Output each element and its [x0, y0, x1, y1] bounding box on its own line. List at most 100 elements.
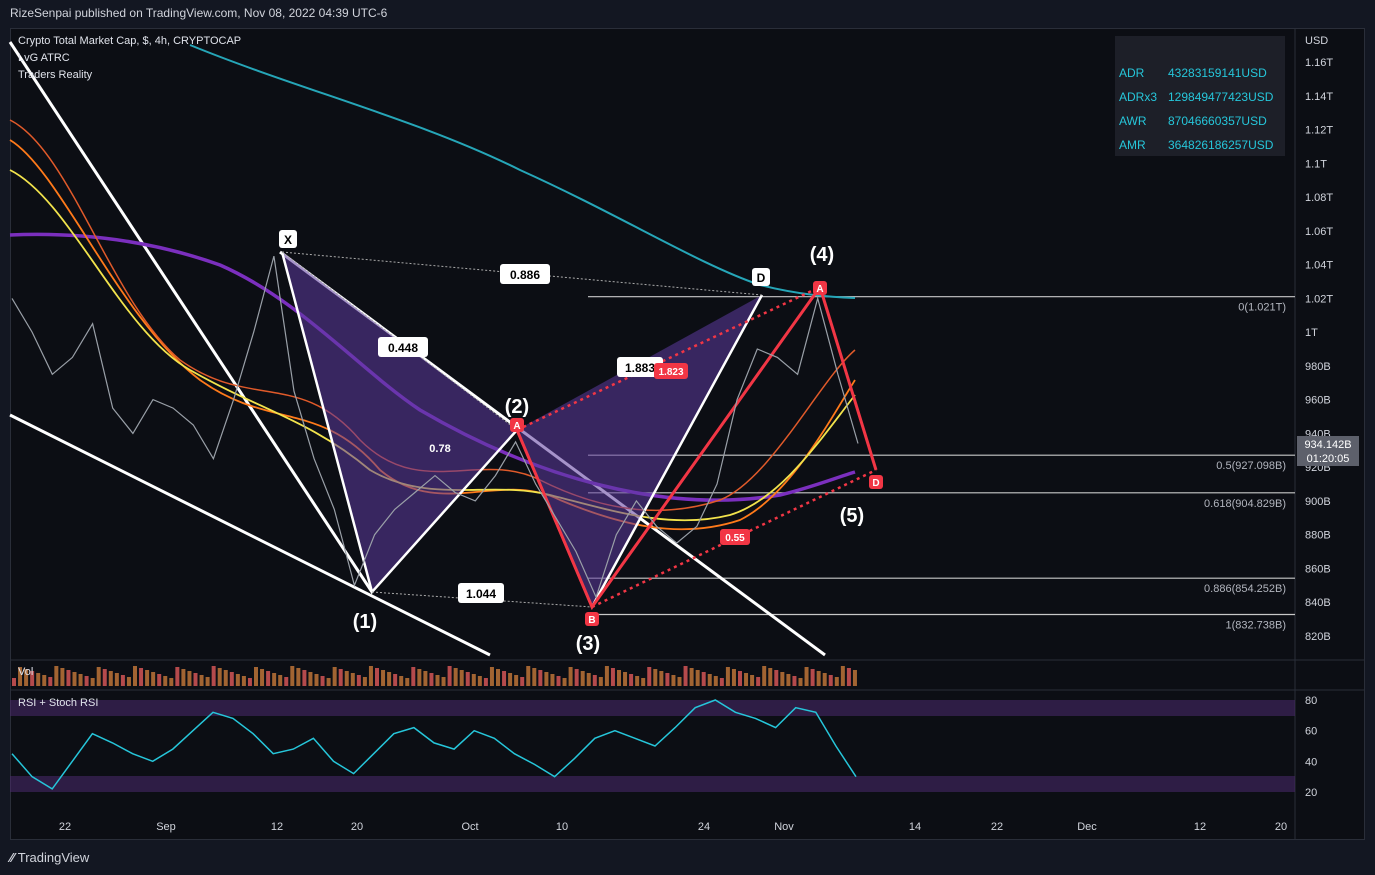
- volume-bar: [477, 676, 482, 686]
- volume-bar: [725, 667, 730, 686]
- svg-text:D: D: [757, 271, 766, 285]
- volume-bar: [471, 674, 476, 686]
- volume-bar: [356, 675, 361, 686]
- volume-bar: [834, 677, 839, 686]
- volume-bar: [520, 677, 525, 686]
- volume-bar: [683, 666, 688, 686]
- rsi-tick-label: 20: [1305, 787, 1317, 799]
- volume-bar: [689, 668, 694, 686]
- fib-labels: 0(1.021T) 0.5(927.098B) 0.618(904.829B) 0.8…: [1204, 302, 1286, 632]
- volume-bar: [60, 668, 65, 686]
- rsi-label[interactable]: RSI + Stoch RSI: [18, 697, 98, 709]
- volume-bar: [635, 676, 640, 686]
- volume-bar: [556, 676, 561, 686]
- wave-label-3: (3): [576, 633, 600, 655]
- volume-bar: [592, 675, 597, 686]
- volume-bar: [671, 675, 676, 686]
- volume-bar: [284, 677, 289, 686]
- volume-bar: [610, 668, 615, 686]
- y-tick-label: 860B: [1305, 563, 1331, 575]
- volume-bar: [235, 674, 240, 686]
- volume-bar: [604, 666, 609, 686]
- svg-text:0.886: 0.886: [510, 268, 540, 282]
- volume-bar: [774, 670, 779, 686]
- rsi-tick-label: 60: [1305, 726, 1317, 738]
- volume-bar: [205, 677, 210, 686]
- volume-bar: [399, 676, 404, 686]
- x-tick-label: 22: [59, 821, 71, 833]
- y-tick-label: 880B: [1305, 530, 1331, 542]
- price-axis-ticks: 1.16T 1.14T 1.12T 1.1T 1.08T 1.06T 1.04T 1.02T 1…: [1305, 57, 1333, 643]
- x-tick-label: 24: [698, 821, 710, 833]
- countdown-value: 01:20:05: [1307, 453, 1350, 465]
- volume-bar: [502, 671, 507, 686]
- volume-bar: [199, 675, 204, 686]
- volume-bar: [550, 674, 555, 686]
- volume-bar: [48, 677, 53, 686]
- y-tick-label: 820B: [1305, 631, 1331, 643]
- volume-bar: [423, 671, 428, 686]
- volume-bar: [108, 671, 113, 686]
- volume-bar: [133, 666, 137, 686]
- wave-label-5: (5): [840, 505, 864, 527]
- volume-bar: [266, 671, 271, 686]
- indicator-legend-2[interactable]: Traders Reality: [18, 69, 92, 81]
- svg-text:0.55: 0.55: [725, 533, 745, 544]
- volume-bar: [229, 672, 234, 686]
- volume-label[interactable]: Vol: [18, 666, 33, 678]
- volume-bar: [84, 676, 89, 686]
- ratio-label-1044: 1.044: [458, 583, 504, 603]
- ratio-label-0448: 0.448: [378, 337, 428, 357]
- volume-bar: [804, 667, 809, 686]
- volume-bar: [350, 673, 355, 686]
- svg-text:D: D: [872, 478, 879, 489]
- volume-bar: [707, 674, 712, 686]
- volume-bar: [526, 666, 531, 686]
- volume-bar: [568, 667, 573, 686]
- volume-bar: [544, 672, 549, 686]
- x-tick-label: Oct: [461, 821, 478, 833]
- pattern-xab: [282, 252, 517, 592]
- volume-bar: [393, 674, 398, 686]
- volume-bar: [465, 672, 470, 686]
- volume-bar: [453, 668, 458, 686]
- symbol-legend[interactable]: Crypto Total Market Cap, $, 4h, CRYPTOCA…: [18, 35, 241, 47]
- volume-bar: [719, 678, 724, 686]
- y-tick-label: 960B: [1305, 395, 1331, 407]
- indicator-legend-1[interactable]: LvG ATRC: [18, 52, 70, 64]
- volume-bar: [828, 675, 833, 686]
- tradingview-brand[interactable]: ⁄⁄ TradingView: [10, 850, 89, 865]
- volume-bar: [695, 670, 700, 686]
- rsi-tick-label: 80: [1305, 695, 1317, 707]
- volume-bar: [338, 669, 343, 686]
- volume-bar: [175, 667, 180, 686]
- volume-bar: [447, 666, 452, 686]
- currency-label: USD: [1305, 35, 1328, 47]
- volume-bar: [36, 673, 41, 686]
- adrx3-value: 129849477423USD: [1168, 90, 1274, 104]
- ratio-label-0886: 0.886: [500, 264, 550, 284]
- volume-bar: [641, 678, 646, 686]
- volume-bar: [387, 672, 392, 686]
- adr-value: 43283159141USD: [1168, 66, 1267, 80]
- y-tick-label: 1.1T: [1305, 158, 1327, 170]
- volume-bar: [417, 669, 422, 686]
- volume-bar: [562, 678, 567, 686]
- volume-bar: [586, 673, 591, 686]
- volume-bar: [66, 670, 71, 686]
- volume-bar: [538, 670, 543, 686]
- svg-text:B: B: [588, 615, 595, 626]
- volume-bar: [701, 672, 706, 686]
- brand-text: TradingView: [17, 850, 90, 865]
- volume-bar: [756, 677, 761, 686]
- volume-bar: [750, 675, 755, 686]
- volume-bar: [653, 669, 658, 686]
- fib-label: 0.886(854.252B): [1204, 583, 1286, 595]
- volume-bar: [145, 670, 150, 686]
- volume-bar: [731, 669, 736, 686]
- svg-text:0.448: 0.448: [388, 341, 418, 355]
- y-tick-label: 900B: [1305, 496, 1331, 508]
- bearish-label-a1: A: [510, 418, 524, 432]
- volume-bar: [429, 673, 434, 686]
- volume-bar: [762, 666, 767, 686]
